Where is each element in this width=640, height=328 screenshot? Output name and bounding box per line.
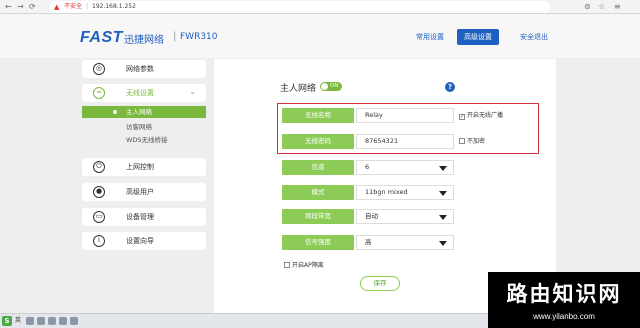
chevron-down-icon: ⌄	[189, 87, 196, 96]
no-encrypt-checkbox[interactable]: 不加密	[459, 138, 485, 146]
submenu-item-label: 主人网络	[126, 108, 152, 116]
address-bar[interactable]: ▲ 不安全 | 192.168.1.252	[50, 1, 550, 13]
submenu-item-host-network[interactable]: 主人网络	[82, 106, 206, 118]
ssid-label: 无线名称	[282, 108, 354, 123]
url-separator: |	[86, 3, 89, 10]
sidebar-item-label: 网络参数	[126, 65, 154, 73]
menu-icon[interactable]: ≡	[614, 1, 621, 13]
globe-icon: ◎	[93, 63, 105, 75]
sidebar-item-label: 设置向导	[126, 237, 154, 245]
sidebar-item-device-management[interactable]: ▭ 设备管理	[82, 208, 206, 226]
sidebar-item-access-control[interactable]: ⏻ 上网控制	[82, 158, 206, 176]
sidebar-item-advanced-user[interactable]: ● 高级用户	[82, 183, 206, 201]
section-title: 主人网络	[280, 84, 317, 94]
password-input[interactable]: 87654321	[356, 134, 454, 149]
signal-strength-select[interactable]: 高	[356, 235, 454, 250]
save-button[interactable]: 保存	[360, 276, 400, 291]
password-label: 无线密码	[282, 134, 354, 149]
security-status: 不安全	[64, 3, 83, 10]
signal-strength-label: 信号强度	[282, 235, 354, 250]
ap-isolation-label: 开启AP隔离	[292, 262, 324, 269]
broadcast-label: 开启无线广播	[467, 112, 504, 119]
watermark: 路由知识网 www.yilanbo.com	[488, 272, 640, 328]
reload-icon[interactable]: ⟳	[29, 1, 36, 13]
tray-icon[interactable]	[59, 317, 67, 325]
back-icon[interactable]: ←	[5, 1, 12, 13]
browser-toolbar: ← → ⟳ ▲ 不安全 | 192.168.1.252 ⊚ ☆ ≡	[0, 0, 640, 14]
warning-triangle-icon: ▲	[54, 3, 60, 11]
toggle-label: ON	[330, 83, 339, 89]
no-encrypt-label: 不加密	[467, 138, 486, 145]
broadcast-checkbox[interactable]: ✓ 开启无线广播	[459, 112, 503, 120]
checkbox-unchecked-icon	[284, 262, 290, 268]
checkbox-checked-icon: ✓	[459, 114, 465, 120]
power-icon: ⏻	[93, 161, 105, 173]
help-icon[interactable]: ?	[445, 82, 455, 92]
sidebar-item-label: 无线设置	[126, 89, 154, 97]
sidebar-item-wireless[interactable]: ≈ 无线设置 ⌄	[82, 84, 206, 102]
sidebar-item-label: 高级用户	[126, 188, 154, 196]
lock-icon[interactable]: ⊚	[584, 1, 591, 13]
user-icon: ●	[93, 186, 105, 198]
forward-icon[interactable]: →	[17, 1, 24, 13]
url-text[interactable]: 192.168.1.252	[92, 2, 136, 12]
common-settings-link[interactable]: 常用设置	[416, 33, 444, 42]
channel-value: 6	[365, 163, 370, 171]
dropdown-arrow-icon	[439, 215, 447, 220]
ap-isolation-checkbox[interactable]: 开启AP隔离	[284, 262, 324, 270]
toggle-knob	[321, 83, 328, 90]
channel-select[interactable]: 6	[356, 160, 454, 175]
advanced-settings-tab[interactable]: 高级设置	[457, 29, 499, 45]
dropdown-arrow-icon	[439, 191, 447, 196]
safe-exit-link[interactable]: 安全退出	[520, 33, 548, 42]
taskbar: S 英	[0, 313, 488, 328]
tray-icon[interactable]	[48, 317, 56, 325]
mode-label: 模式	[282, 185, 354, 200]
submenu-item-label: WDS无线桥接	[126, 136, 168, 144]
input-method-logo-icon[interactable]: S	[2, 316, 12, 326]
model-name: FWR310	[180, 32, 218, 42]
star-icon[interactable]: ☆	[598, 1, 605, 13]
header-separator: |	[173, 31, 177, 42]
page-header: FAST 迅捷网络 | FWR310 常用设置 高级设置 安全退出	[0, 14, 640, 58]
watermark-title: 路由知识网	[506, 282, 622, 306]
submenu-item-wds-bridge[interactable]: WDS无线桥接	[82, 134, 206, 146]
bandwidth-value: 自动	[365, 212, 378, 220]
signal-strength-value: 高	[365, 238, 372, 246]
submenu-item-guest-network[interactable]: 访客网络	[82, 121, 206, 133]
brand-name: 迅捷网络	[124, 35, 164, 46]
fast-logo: FAST	[80, 29, 123, 46]
info-icon: i	[93, 235, 105, 247]
sidebar-item-setup-wizard[interactable]: i 设置向导	[82, 232, 206, 250]
dropdown-arrow-icon	[439, 241, 447, 246]
checkbox-unchecked-icon	[459, 138, 465, 144]
mode-select[interactable]: 11bgn mixed	[356, 185, 454, 200]
dropdown-arrow-icon	[439, 166, 447, 171]
tray-icon[interactable]	[26, 317, 34, 325]
submenu-item-label: 访客网络	[126, 123, 152, 131]
host-network-toggle[interactable]: ON	[320, 82, 342, 91]
active-dot-icon	[113, 110, 117, 114]
sidebar-item-label: 设备管理	[126, 213, 154, 221]
sidebar-item-label: 上网控制	[126, 163, 154, 171]
channel-label: 信道	[282, 160, 354, 175]
watermark-url: www.yilanbo.com	[533, 312, 595, 321]
input-language[interactable]: 英	[15, 317, 21, 325]
ssid-input[interactable]: Relay	[356, 108, 454, 123]
tray-icon[interactable]	[37, 317, 45, 325]
bandwidth-label: 频段带宽	[282, 209, 354, 224]
wireless-submenu: 主人网络 访客网络 WDS无线桥接	[82, 106, 206, 148]
wifi-icon: ≈	[93, 87, 105, 99]
tray-icon[interactable]	[70, 317, 78, 325]
mode-value: 11bgn mixed	[365, 188, 408, 196]
bandwidth-select[interactable]: 自动	[356, 209, 454, 224]
sidebar-item-network[interactable]: ◎ 网络参数	[82, 60, 206, 78]
router-icon: ▭	[93, 211, 105, 223]
